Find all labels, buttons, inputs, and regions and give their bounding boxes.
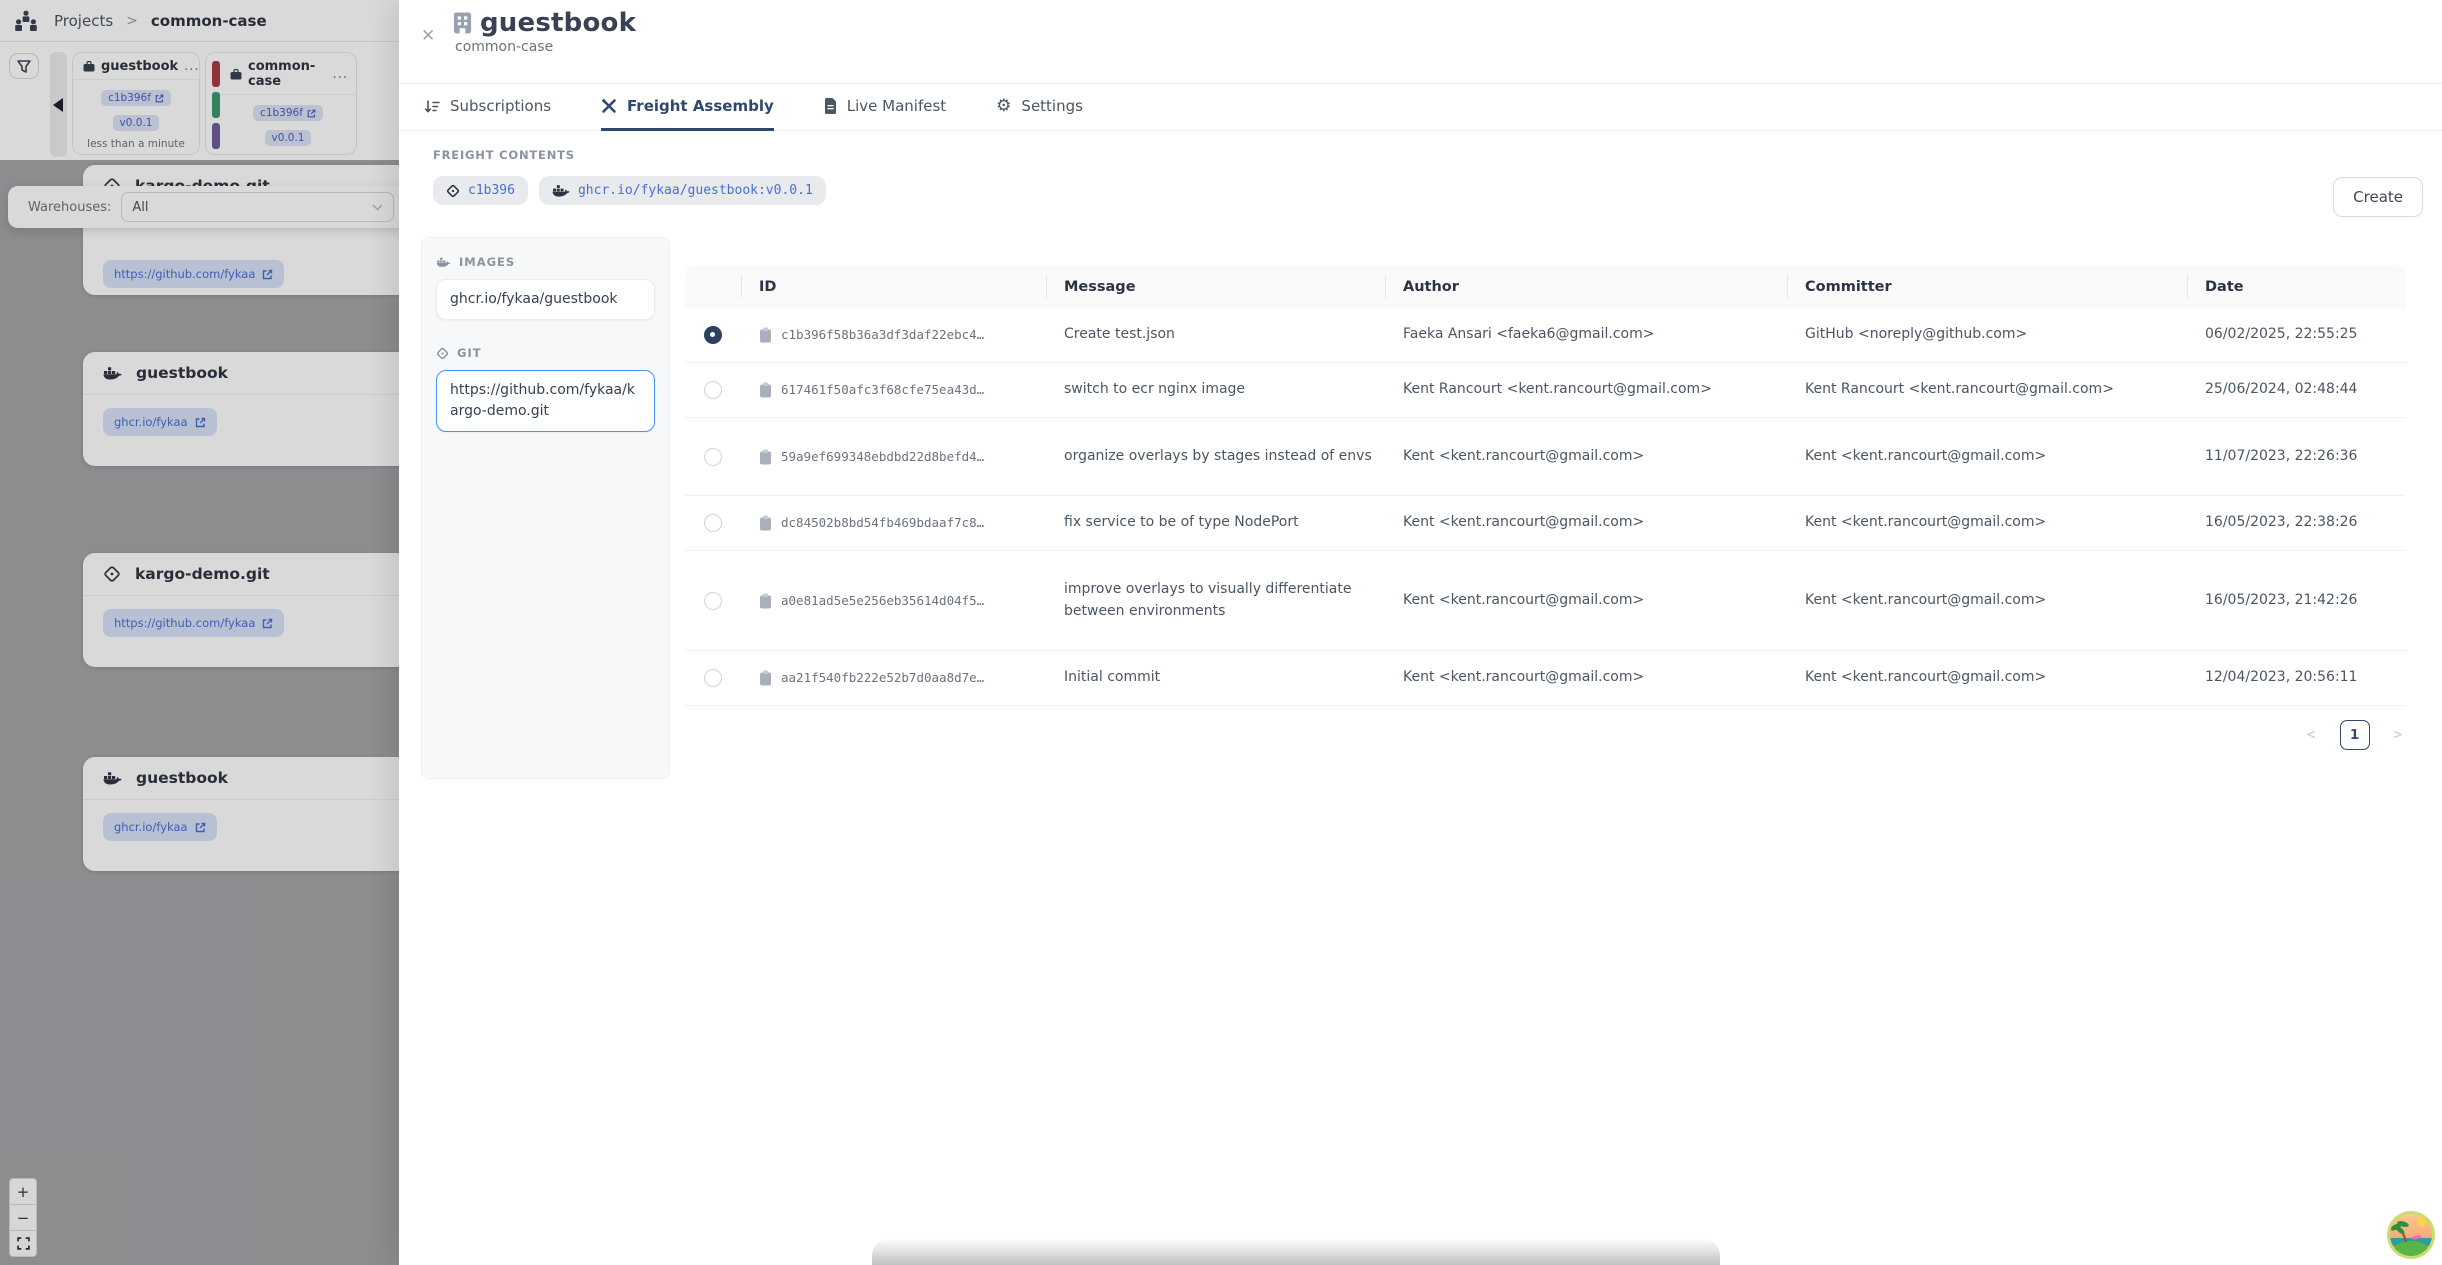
tab-subscriptions[interactable]: Subscriptions (424, 85, 551, 131)
clipboard-icon (759, 327, 772, 343)
docker-icon (436, 256, 451, 268)
commit-chip[interactable]: c1b396 (433, 176, 528, 205)
table-row[interactable]: dc84502b8bd54fb469bdaaf7c8… fix service … (685, 496, 2406, 551)
clipboard-icon (759, 515, 772, 531)
pagination-page-1[interactable]: 1 (2340, 720, 2370, 750)
drawer-subtitle: common-case (455, 39, 636, 55)
row-radio[interactable] (704, 514, 722, 532)
clipboard-icon (759, 382, 772, 398)
git-commit-icon (436, 347, 449, 360)
row-radio[interactable] (704, 448, 722, 466)
table-row[interactable]: 617461f50afc3f68cfe75ea43d… switch to ec… (685, 363, 2406, 418)
table-row[interactable]: c1b396f58b36a3df3daf22ebc4… Create test.… (685, 308, 2406, 363)
table-header: ID Message Author Committer Date (685, 265, 2406, 308)
sort-icon (424, 99, 440, 114)
table-row[interactable]: 59a9ef699348ebdbd22d8befd4… organize ove… (685, 418, 2406, 496)
bottom-window-shadow (872, 1238, 1720, 1265)
pagination-next-icon[interactable]: > (2394, 727, 2402, 743)
freight-contents-chips: c1b396 ghcr.io/fykaa/guestbook:v0.0.1 (433, 176, 826, 205)
images-section-header: IMAGES (436, 255, 655, 269)
column-header-date: Date (2187, 265, 2406, 308)
warehouse-building-icon (453, 11, 472, 35)
tab-settings[interactable]: ⚙ Settings (996, 85, 1083, 131)
column-header-message: Message (1046, 265, 1385, 308)
tools-icon (601, 98, 617, 114)
file-icon (824, 98, 837, 114)
drawer-title: guestbook (480, 8, 636, 38)
row-radio[interactable] (704, 381, 722, 399)
commits-table: ID Message Author Committer Date c1b396f… (685, 265, 2406, 750)
git-commit-icon (446, 184, 460, 198)
column-header-committer: Committer (1787, 265, 2187, 308)
drawer-tabs: Subscriptions Freight Assembly (399, 84, 2442, 131)
create-button[interactable]: Create (2333, 177, 2423, 217)
pagination: < 1 > (685, 706, 2406, 750)
table-row[interactable]: a0e81ad5e5e256eb35614d04f5… improve over… (685, 551, 2406, 651)
freight-assembly-drawer: ✕ guestbook common-case (399, 0, 2442, 1265)
git-section-header: GIT (436, 346, 655, 360)
image-source-item[interactable]: ghcr.io/fykaa/guestbook (436, 279, 655, 320)
tab-live-manifest[interactable]: Live Manifest (824, 85, 946, 131)
tab-freight-assembly[interactable]: Freight Assembly (601, 85, 774, 131)
column-header-id: ID (741, 265, 1046, 308)
gear-icon: ⚙ (996, 98, 1011, 115)
island-sticker (2386, 1210, 2436, 1260)
clipboard-icon (759, 670, 772, 686)
row-radio[interactable] (704, 592, 722, 610)
git-source-item[interactable]: https://github.com/fykaa/kargo-demo.git (436, 370, 655, 432)
selection-column-header (685, 265, 741, 308)
drawer-header: ✕ guestbook common-case (399, 0, 2442, 84)
image-chip[interactable]: ghcr.io/fykaa/guestbook:v0.0.1 (539, 176, 826, 205)
freight-sources-panel: IMAGES ghcr.io/fykaa/guestbook GIT https… (421, 237, 670, 779)
close-icon[interactable]: ✕ (421, 26, 435, 46)
freight-contents-label: FREIGHT CONTENTS (433, 148, 575, 162)
pagination-prev-icon[interactable]: < (2307, 727, 2315, 743)
table-row[interactable]: aa21f540fb222e52b7d0aa8d7e… Initial comm… (685, 651, 2406, 706)
app-root: Projects > common-case (0, 0, 2442, 1265)
clipboard-icon (759, 593, 772, 609)
row-radio[interactable] (704, 326, 722, 344)
row-radio[interactable] (704, 669, 722, 687)
column-header-author: Author (1385, 265, 1787, 308)
clipboard-icon (759, 449, 772, 465)
docker-icon (552, 183, 570, 198)
